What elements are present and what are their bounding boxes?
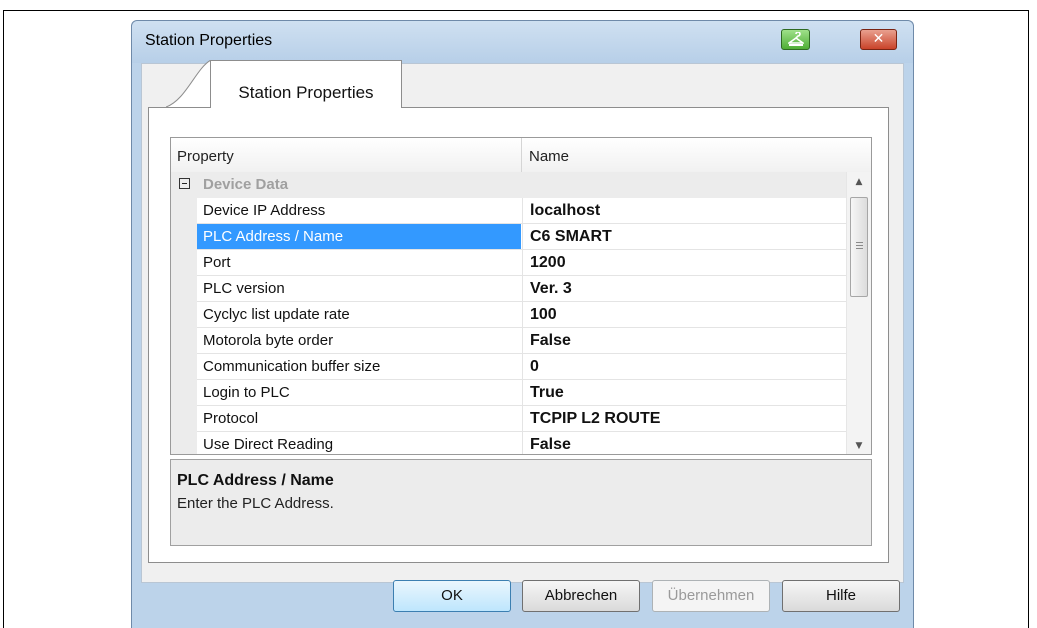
scroll-up-icon[interactable]: ▲ (847, 172, 871, 192)
scroll-down-icon[interactable]: ▼ (847, 436, 871, 454)
property-value[interactable]: TCPIP L2 ROUTE (522, 406, 846, 431)
apply-button[interactable]: Übernehmen (652, 580, 770, 612)
property-name: Login to PLC (203, 384, 290, 401)
property-row[interactable]: PLC version Ver. 3 (197, 276, 846, 302)
collapse-icon[interactable] (179, 178, 190, 189)
description-text: Enter the PLC Address. (177, 495, 334, 512)
grid-header: Property Name (171, 138, 871, 173)
grid-rows: Device Data Device IP Address localhost … (171, 172, 846, 454)
close-icon: ✕ (872, 31, 885, 47)
page-frame-right (1028, 10, 1029, 628)
property-value[interactable]: 0 (522, 354, 846, 379)
scrollbar-thumb[interactable] (850, 197, 868, 297)
grip-icon (856, 242, 863, 243)
property-row[interactable]: Port 1200 (197, 250, 846, 276)
help-dialog-button[interactable]: Hilfe (782, 580, 900, 612)
property-value[interactable]: False (522, 432, 846, 454)
title-bar[interactable]: Station Properties ✕ (132, 21, 913, 63)
property-row[interactable]: Protocol TCPIP L2 ROUTE (197, 406, 846, 432)
property-name: PLC version (203, 280, 285, 297)
help-hanger-icon (788, 32, 804, 46)
property-value[interactable]: False (522, 328, 846, 353)
property-value[interactable]: C6 SMART (522, 224, 846, 249)
property-value[interactable]: True (522, 380, 846, 405)
property-row[interactable]: Device IP Address localhost (197, 198, 846, 224)
grid-scrollbar[interactable]: ▲ ▼ (846, 172, 871, 454)
property-name: Cyclyc list update rate (203, 306, 350, 323)
description-pane: PLC Address / Name Enter the PLC Address… (170, 459, 872, 546)
tab-label: Station Properties (238, 83, 374, 102)
property-name: Port (203, 254, 231, 271)
cancel-button[interactable]: Abbrechen (522, 580, 640, 612)
property-name: Protocol (203, 410, 259, 427)
property-name: Motorola byte order (203, 332, 334, 349)
property-value[interactable]: localhost (522, 198, 846, 223)
tab-station-properties[interactable]: Station Properties (210, 60, 402, 108)
close-button[interactable]: ✕ (860, 29, 897, 50)
help-button[interactable] (781, 29, 810, 50)
property-grid[interactable]: Property Name Device Data Device IP Addr… (170, 137, 872, 455)
ok-button[interactable]: OK (393, 580, 511, 612)
property-name: Communication buffer size (203, 358, 381, 375)
property-row[interactable]: Login to PLC True (197, 380, 846, 406)
window-title: Station Properties (145, 32, 273, 49)
column-header-name[interactable]: Name (529, 148, 569, 165)
property-value[interactable]: 100 (522, 302, 846, 327)
property-name: PLC Address / Name (197, 224, 521, 249)
column-header-property[interactable]: Property (177, 148, 234, 165)
property-row[interactable]: Motorola byte order False (197, 328, 846, 354)
property-row[interactable]: Communication buffer size 0 (197, 354, 846, 380)
column-separator[interactable] (521, 138, 522, 172)
page-frame-top (3, 10, 1029, 11)
property-value[interactable]: 1200 (522, 250, 846, 275)
property-name: Use Direct Reading (203, 436, 334, 453)
property-row[interactable]: Cyclyc list update rate 100 (197, 302, 846, 328)
page-frame-left (3, 10, 4, 628)
property-name: Device IP Address (203, 202, 326, 219)
description-title: PLC Address / Name (177, 472, 334, 489)
grid-left-margin (171, 198, 197, 454)
property-row[interactable]: Use Direct Reading False (197, 432, 846, 454)
property-row-selected[interactable]: PLC Address / Name C6 SMART (197, 224, 846, 250)
category-label: Device Data (203, 176, 289, 193)
property-value[interactable]: Ver. 3 (522, 276, 846, 301)
category-row[interactable]: Device Data (171, 172, 846, 198)
tab-left-edge (166, 60, 212, 108)
